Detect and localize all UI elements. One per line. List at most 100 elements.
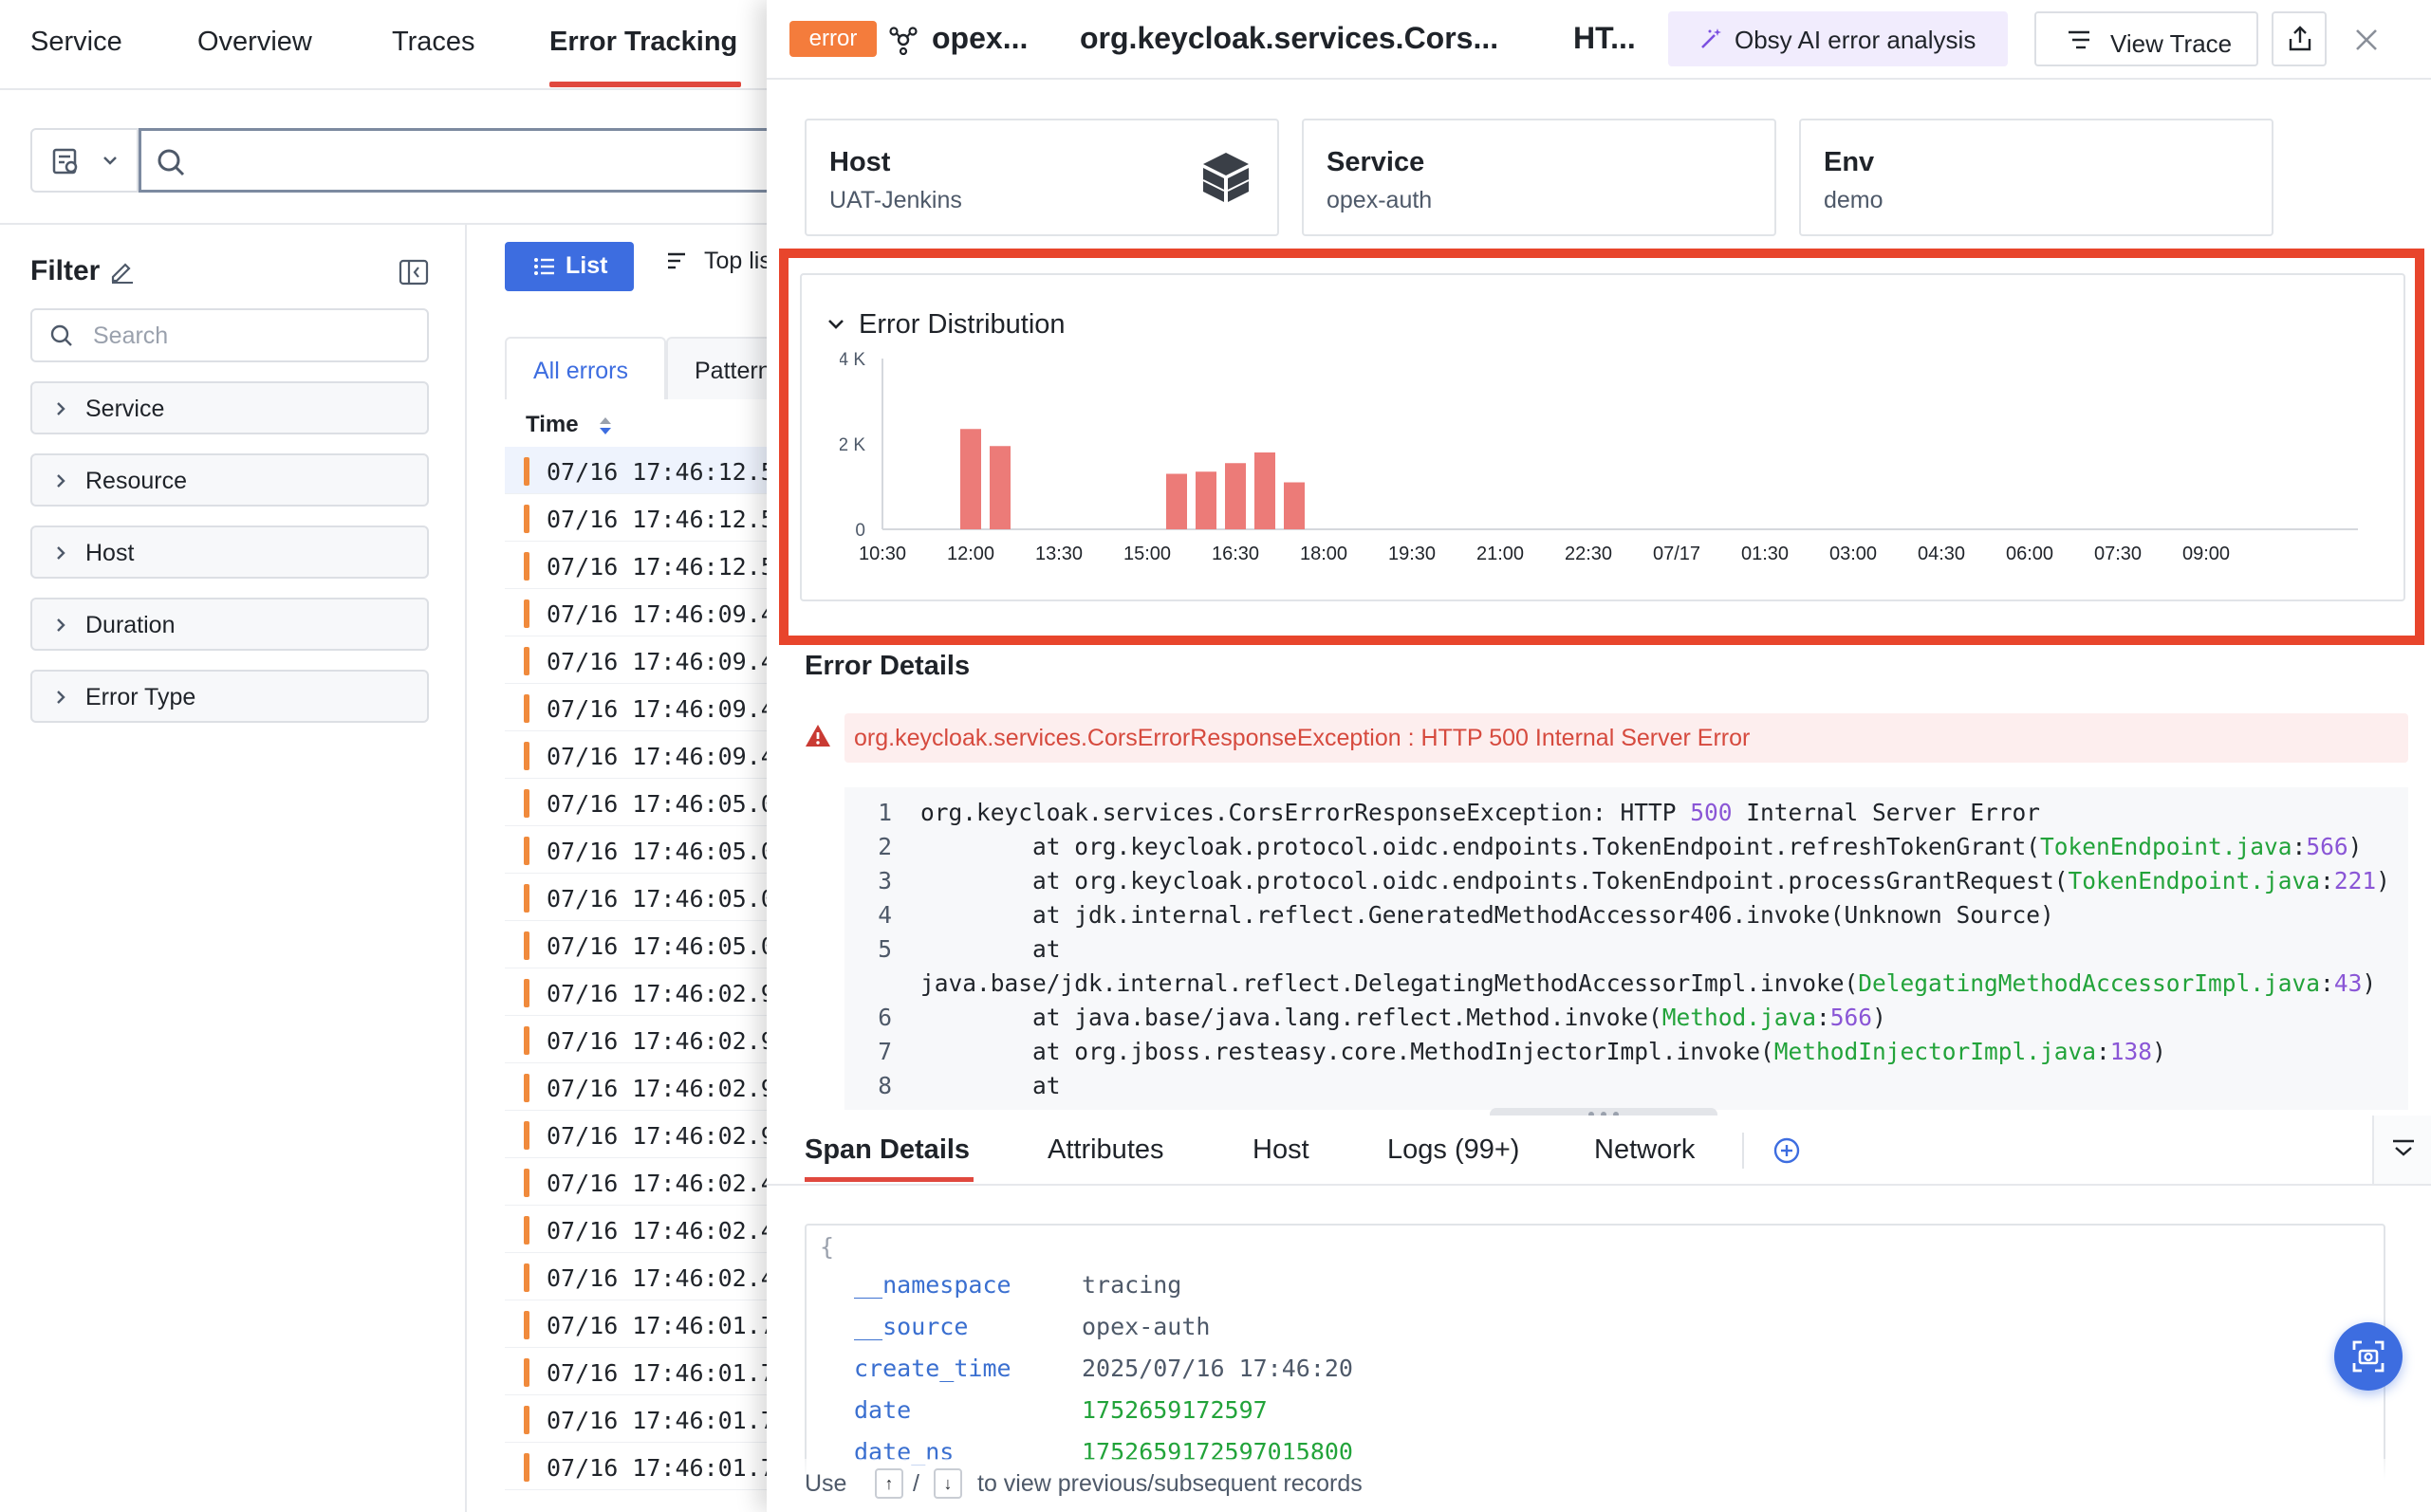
line-code: java.base/jdk.internal.reflect.Delegatin… [920, 969, 2377, 997]
tab-attributes[interactable]: Attributes [1048, 1134, 1164, 1166]
error-distribution-title[interactable]: Error Distribution [859, 309, 1066, 341]
error-row[interactable]: 07/16 17:46:05.0 [505, 826, 767, 874]
error-row[interactable]: 07/16 17:46:01.7 [505, 1443, 767, 1490]
x-tick-label: 18:00 [1300, 544, 1347, 564]
chart-bar [960, 429, 981, 529]
error-row[interactable]: 07/16 17:46:12.5 [505, 494, 767, 542]
line-code: at [920, 1072, 1061, 1099]
chevron-down-icon[interactable] [826, 317, 845, 332]
severity-bar [524, 1216, 529, 1245]
view-trace-button[interactable]: View Trace [2034, 11, 2258, 66]
main-search-input[interactable] [139, 128, 784, 193]
row-time: 07/16 17:46:09.4 [547, 743, 767, 770]
error-row[interactable]: 07/16 17:46:12.5 [505, 542, 767, 589]
share-button[interactable] [2272, 11, 2327, 66]
nav-tab-error-tracking[interactable]: Error Tracking [549, 27, 737, 58]
error-row[interactable]: 07/16 17:46:09.4 [505, 636, 767, 684]
error-row[interactable]: 07/16 17:46:01.7 [505, 1300, 767, 1348]
y-tick-label: 0 [855, 521, 865, 541]
error-row[interactable]: 07/16 17:46:12.5 [505, 447, 767, 494]
severity-bar [524, 599, 529, 628]
facet-label: Service [85, 396, 165, 422]
error-row[interactable]: 07/16 17:46:05.0 [505, 921, 767, 968]
line-number: 7 [878, 1038, 892, 1065]
facet-resource[interactable]: Resource [30, 453, 429, 507]
error-row[interactable]: 07/16 17:46:05.0 [505, 779, 767, 826]
error-row[interactable]: 07/16 17:46:09.4 [505, 684, 767, 731]
error-row[interactable]: 07/16 17:46:02.9 [505, 968, 767, 1016]
error-row[interactable]: 07/16 17:46:05.0 [505, 874, 767, 921]
severity-bar [524, 552, 529, 581]
severity-bar [524, 694, 529, 723]
error-row[interactable]: 07/16 17:46:09.4 [505, 731, 767, 779]
line-number: 1 [878, 799, 892, 826]
error-class-name: org.keycloak.services.Cors... [1080, 21, 1499, 55]
list-view-button[interactable]: List [505, 242, 634, 291]
export-icon [2289, 26, 2311, 51]
error-row[interactable]: 07/16 17:46:02.9 [505, 1016, 767, 1063]
close-icon [2356, 29, 2377, 50]
edit-icon[interactable] [108, 257, 135, 284]
tab-separator [1742, 1133, 1744, 1169]
chevron-down-icon [103, 157, 117, 165]
error-row[interactable]: 07/16 17:46:02.9 [505, 1063, 767, 1111]
search-row [0, 90, 784, 225]
error-row[interactable]: 07/16 17:46:02.4 [505, 1253, 767, 1300]
x-tick-label: 07:30 [2094, 544, 2142, 564]
collapse-panel-icon[interactable] [399, 259, 429, 286]
row-time: 07/16 17:46:02.9 [547, 980, 767, 1007]
error-row[interactable]: 07/16 17:46:02.4 [505, 1206, 767, 1253]
facet-label: Resource [85, 468, 187, 494]
x-tick-label: 16:30 [1212, 544, 1259, 564]
severity-bar [524, 457, 529, 486]
card-key: Service [1327, 147, 1425, 177]
screenshot-button[interactable] [2334, 1322, 2403, 1391]
add-tab-icon[interactable] [1772, 1136, 1801, 1165]
facet-error-type[interactable]: Error Type [30, 670, 429, 723]
view-trace-label: View Trace [2110, 29, 2233, 58]
y-tick-label: 4 K [840, 351, 865, 370]
severity-bar [524, 742, 529, 770]
json-key: __source [854, 1313, 969, 1340]
warning-icon [806, 725, 830, 747]
facet-label: Error Type [85, 684, 196, 710]
env-card: Env demo [1799, 119, 2273, 236]
ai-error-analysis-button[interactable]: Obsy AI error analysis [1668, 11, 2008, 66]
card-value: demo [1824, 187, 1884, 213]
facet-duration[interactable]: Duration [30, 598, 429, 651]
time-column-header[interactable]: Time [526, 412, 611, 438]
nav-tab-service[interactable]: Service [30, 27, 122, 58]
x-tick-label: 19:30 [1388, 544, 1436, 564]
facet-label: Host [85, 540, 135, 566]
tab-network[interactable]: Network [1594, 1134, 1695, 1166]
error-row[interactable]: 07/16 17:46:01.7 [505, 1395, 767, 1443]
error-distribution-chart: 0 2 K 4 K 10:30 12:00 13:30 15:00 16:30 18:00 19:… [840, 351, 2358, 564]
error-row[interactable]: 07/16 17:46:02.9 [505, 1111, 767, 1158]
keyboard-hint: Use ↑ / ↓ to view previous/subsequent re… [767, 1459, 2431, 1512]
close-button[interactable] [2347, 21, 2385, 59]
error-row[interactable]: 07/16 17:46:09.4 [505, 589, 767, 636]
search-icon [50, 324, 72, 346]
filter-search-input[interactable]: Search [30, 308, 429, 362]
http-label: HT... [1573, 21, 1636, 55]
x-tick-label: 06:00 [2006, 544, 2053, 564]
host-card: Host UAT-Jenkins [805, 119, 1279, 236]
tab-span-details[interactable]: Span Details [805, 1134, 970, 1166]
tab-all-errors[interactable]: All errors [505, 337, 666, 399]
severity-bar [524, 837, 529, 865]
nav-tab-overview[interactable]: Overview [197, 27, 312, 58]
tab-pattern[interactable]: Pattern [666, 337, 767, 399]
facet-service[interactable]: Service [30, 381, 429, 434]
view-selector[interactable] [30, 128, 139, 193]
severity-bar [524, 1311, 529, 1339]
error-row[interactable]: 07/16 17:46:02.4 [505, 1158, 767, 1206]
collapse-tabs-button[interactable] [2372, 1116, 2431, 1184]
nav-tab-traces[interactable]: Traces [392, 27, 475, 58]
error-distribution-panel: Error Distribution 0 2 K 4 K 10:30 12:00 13:3… [800, 273, 2405, 601]
error-row[interactable]: 07/16 17:46:01.7 [505, 1348, 767, 1395]
x-tick-label: 09:00 [2182, 544, 2230, 564]
tab-logs[interactable]: Logs (99+) [1387, 1134, 1519, 1166]
tab-host[interactable]: Host [1253, 1134, 1309, 1166]
facet-host[interactable]: Host [30, 526, 429, 579]
card-value: UAT-Jenkins [829, 187, 962, 213]
